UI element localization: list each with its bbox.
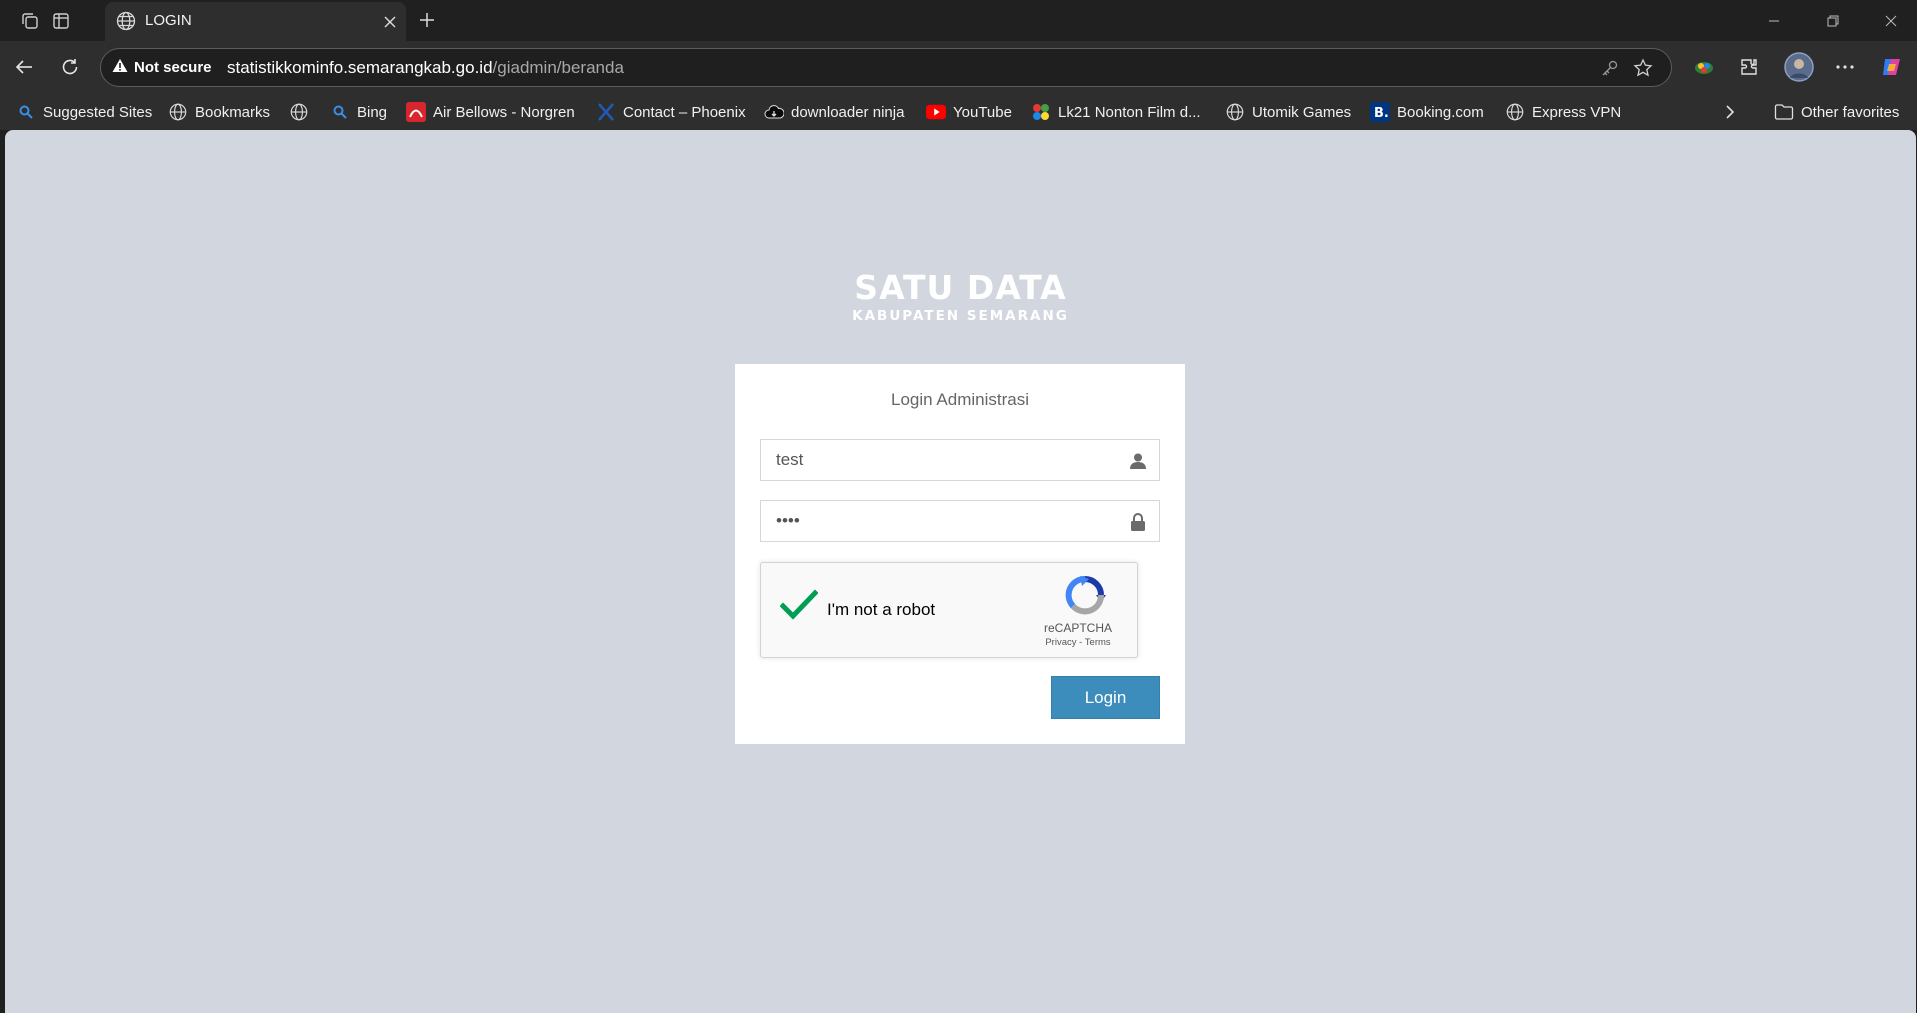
username-input[interactable] (761, 440, 1159, 480)
chevron-right-icon (1720, 102, 1740, 122)
globe-icon (1225, 102, 1245, 122)
star-icon[interactable] (1632, 57, 1654, 79)
page-viewport: SATU DATA KABUPATEN SEMARANG Login Admin… (5, 130, 1916, 1013)
favorite-lk21[interactable]: Lk21 Nonton Film d... (1031, 100, 1201, 124)
favorite-label: Air Bellows - Norgren (433, 103, 575, 121)
svg-text:B.: B. (1374, 106, 1389, 121)
folder-icon (1774, 102, 1794, 122)
security-indicator[interactable]: Not secure (112, 58, 212, 77)
lock-icon (1127, 511, 1149, 533)
login-heading: Login Administrasi (891, 390, 1029, 409)
url-host: statistikkominfo.semarangkab.go.id (227, 58, 493, 77)
login-box: Login Administrasi I'm not a robot (735, 364, 1185, 744)
favorite-suggested-sites[interactable]: Suggested Sites (16, 100, 152, 124)
privacy-link[interactable]: Privacy (1045, 637, 1076, 648)
globe-icon (289, 102, 309, 122)
favorites-bar: Suggested Sites Bookmarks Bing Air Bello… (0, 94, 1917, 130)
tab-title: LOGIN (145, 12, 192, 29)
logo-title: SATU DATA (854, 268, 1067, 307)
more-favorites-button[interactable] (1720, 100, 1740, 124)
favorite-label: Express VPN (1532, 103, 1622, 121)
favorite-label: YouTube (953, 103, 1012, 121)
favorite-downloader-ninja[interactable]: downloader ninja (764, 100, 904, 124)
warning-icon (112, 58, 128, 77)
recaptcha-label: I'm not a robot (827, 600, 936, 619)
password-input[interactable] (761, 501, 1159, 541)
lk21-icon (1031, 102, 1051, 122)
logo-subtitle: KABUPATEN SEMARANG (852, 308, 1069, 324)
favorite-youtube[interactable]: YouTube (926, 100, 1012, 124)
username-field[interactable] (760, 439, 1160, 481)
tab-strip: LOGIN (0, 0, 1917, 41)
browser-toolbar: Not secure statistikkominfo.semarangkab.… (0, 41, 1917, 94)
security-label: Not secure (134, 59, 212, 76)
link-separator: - (1076, 637, 1085, 648)
cloud-download-icon (764, 102, 784, 122)
recaptcha-checkbox[interactable] (779, 587, 819, 627)
vertical-tabs-icon[interactable] (47, 7, 75, 35)
globe-icon (1505, 102, 1525, 122)
favorite-norgren[interactable]: Air Bellows - Norgren (406, 100, 575, 124)
avatar[interactable] (1783, 51, 1815, 83)
new-tab-button[interactable] (413, 6, 441, 34)
close-icon[interactable] (378, 10, 402, 34)
favorite-bing[interactable]: Bing (330, 100, 387, 124)
copilot-icon[interactable] (1876, 51, 1908, 83)
favorite-label: Contact – Phoenix (623, 103, 746, 121)
search-icon (16, 102, 36, 122)
url-text[interactable]: statistikkominfo.semarangkab.go.id/giadm… (227, 58, 624, 78)
login-button[interactable]: Login (1051, 676, 1160, 719)
favorite-label: Bookmarks (195, 103, 271, 121)
favorite-utomik-games[interactable]: Utomik Games (1225, 100, 1351, 124)
back-button[interactable] (8, 51, 40, 83)
user-icon (1127, 450, 1149, 472)
favorite-unnamed[interactable] (289, 100, 309, 124)
close-window-button[interactable] (1868, 4, 1914, 38)
favorite-label: Bing (357, 103, 388, 121)
other-favorites-label: Other favorites (1801, 103, 1900, 121)
extensions-icon[interactable] (1733, 51, 1765, 83)
favorite-label: downloader ninja (791, 103, 905, 121)
recaptcha-logo-icon (1063, 575, 1107, 615)
terms-link[interactable]: Terms (1085, 637, 1111, 648)
minimize-button[interactable] (1751, 4, 1797, 38)
other-favorites[interactable]: Other favorites (1774, 100, 1899, 124)
checkmark-icon (779, 588, 819, 626)
more-options-icon[interactable] (1829, 51, 1861, 83)
browser-extension-icon[interactable] (1688, 51, 1720, 83)
restore-button[interactable] (1810, 4, 1856, 38)
youtube-icon (926, 102, 946, 122)
favorite-label: Utomik Games (1252, 103, 1352, 121)
favorite-phoenix[interactable]: Contact – Phoenix (596, 100, 746, 124)
recaptcha-brand: reCAPTCHA (1043, 621, 1112, 635)
tab-login[interactable]: LOGIN (105, 2, 406, 41)
norgren-icon (406, 102, 426, 122)
workspaces-icon[interactable] (16, 7, 44, 35)
favorite-bookmarks[interactable]: Bookmarks (168, 100, 270, 124)
booking-icon: B. (1370, 102, 1390, 122)
globe-icon (115, 10, 137, 37)
favorite-express-vpn[interactable]: Express VPN (1505, 100, 1621, 124)
favorite-label: Lk21 Nonton Film d... (1058, 103, 1201, 121)
key-icon[interactable] (1599, 57, 1621, 79)
password-field[interactable] (760, 500, 1160, 542)
url-path: /giadmin/beranda (492, 58, 624, 77)
recaptcha-links: Privacy - Terms (1023, 637, 1133, 648)
favorite-label: Suggested Sites (43, 103, 153, 121)
favorite-booking[interactable]: B. Booking.com (1370, 100, 1484, 124)
site-logo: SATU DATA KABUPATEN SEMARANG (5, 268, 1916, 325)
address-bar[interactable]: Not secure statistikkominfo.semarangkab.… (100, 48, 1672, 87)
globe-icon (168, 102, 188, 122)
favorite-label: Booking.com (1397, 103, 1484, 121)
search-icon (330, 102, 350, 122)
refresh-button[interactable] (54, 51, 86, 83)
recaptcha-widget: I'm not a robot reCAPTCHA Privacy - Term… (760, 562, 1138, 658)
phoenix-icon (596, 102, 616, 122)
